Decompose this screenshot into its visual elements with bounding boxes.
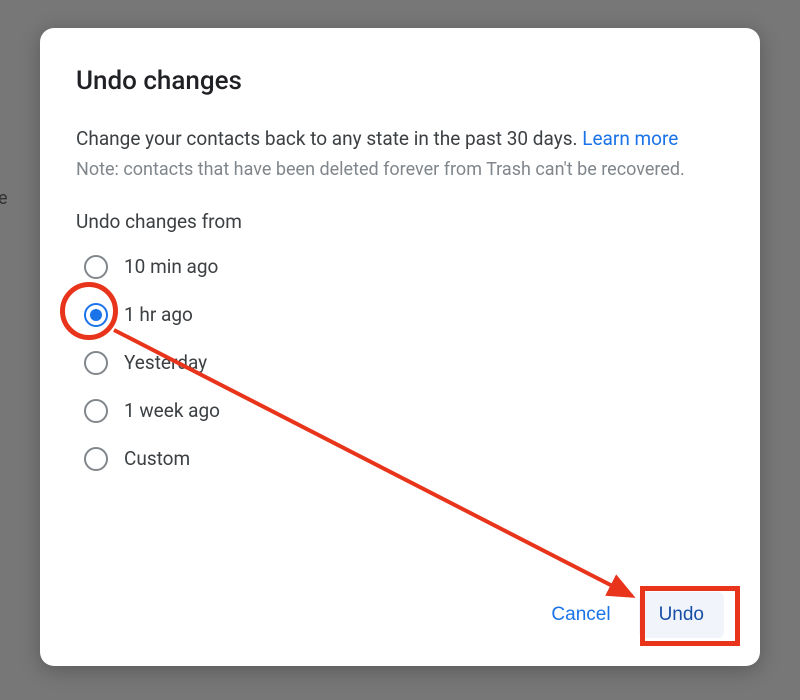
radio-option-1week[interactable]: 1 week ago: [84, 399, 724, 423]
dialog-note: Note: contacts that have been deleted fo…: [76, 157, 724, 182]
undo-changes-dialog: Undo changes Change your contacts back t…: [40, 28, 760, 666]
dialog-title: Undo changes: [76, 66, 724, 96]
radio-option-10min[interactable]: 10 min ago: [84, 255, 724, 279]
undo-button[interactable]: Undo: [639, 592, 724, 638]
radio-icon: [84, 447, 108, 471]
radio-label: 1 hr ago: [124, 303, 193, 326]
radio-option-yesterday[interactable]: Yesterday: [84, 351, 724, 375]
cancel-button[interactable]: Cancel: [531, 592, 630, 638]
radio-icon: [84, 351, 108, 375]
dialog-description: Change your contacts back to any state i…: [76, 126, 724, 153]
radio-label: 1 week ago: [124, 399, 220, 422]
section-label: Undo changes from: [76, 210, 724, 233]
radio-label: 10 min ago: [124, 255, 218, 278]
radio-label: Yesterday: [124, 351, 207, 374]
radio-group: 10 min ago 1 hr ago Yesterday 1 week ago…: [76, 255, 724, 471]
radio-option-custom[interactable]: Custom: [84, 447, 724, 471]
radio-icon: [84, 399, 108, 423]
radio-option-1hr[interactable]: 1 hr ago: [84, 303, 724, 327]
background-text-fragment: e: [0, 188, 8, 209]
description-text: Change your contacts back to any state i…: [76, 127, 582, 150]
button-row: Cancel Undo: [76, 572, 724, 638]
radio-label: Custom: [124, 447, 190, 470]
radio-icon: [84, 255, 108, 279]
learn-more-link[interactable]: Learn more: [582, 127, 678, 150]
radio-icon: [84, 303, 108, 327]
